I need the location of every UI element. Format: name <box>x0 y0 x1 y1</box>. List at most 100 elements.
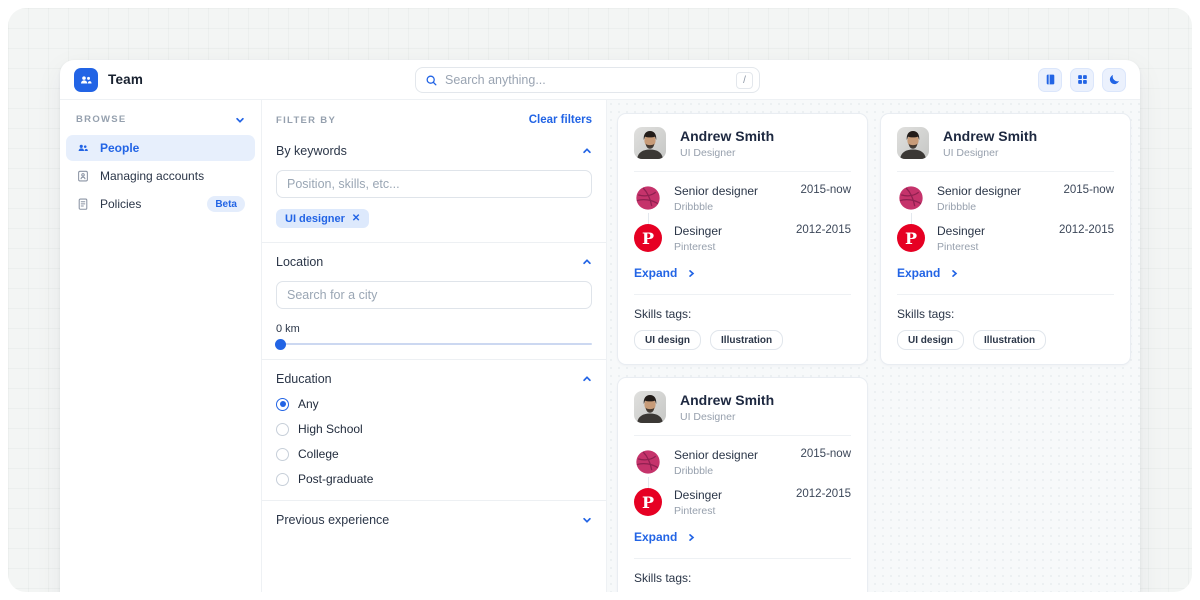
expand-button[interactable]: Expand <box>897 266 959 280</box>
search-input[interactable] <box>445 73 736 87</box>
keywords-input[interactable] <box>276 170 592 198</box>
skills-label: Skills tags: <box>634 571 851 585</box>
education-section-toggle[interactable]: Education <box>276 372 592 386</box>
slider-thumb[interactable] <box>275 339 286 350</box>
docs-button[interactable] <box>1038 68 1062 92</box>
skills-label: Skills tags: <box>897 307 1114 321</box>
education-option-post-graduate[interactable]: Post-graduate <box>276 472 592 486</box>
sidebar-item-people[interactable]: People <box>66 135 255 161</box>
previous-experience-toggle[interactable]: Previous experience <box>276 513 592 527</box>
person-role: UI Designer <box>680 411 774 423</box>
filter-section-previous-experience: Previous experience <box>262 500 606 541</box>
divider <box>634 294 851 295</box>
sidebar-item-managing-accounts[interactable]: Managing accounts <box>66 163 255 189</box>
expand-button[interactable]: Expand <box>634 266 696 280</box>
expand-button[interactable]: Expand <box>634 530 696 544</box>
chevron-up-icon <box>582 146 592 156</box>
sidebar-item-label: People <box>100 141 139 155</box>
previous-experience-label: Previous experience <box>276 513 389 527</box>
sidebar-item-policies[interactable]: Policies Beta <box>66 191 255 217</box>
filter-section-education: Education Any High School College <box>262 359 606 500</box>
pinterest-icon: P <box>897 224 925 252</box>
app-window: Team / <box>60 60 1140 592</box>
location-section-label: Location <box>276 255 323 269</box>
keywords-section-label: By keywords <box>276 144 347 158</box>
experience-title: Desinger <box>674 488 784 502</box>
chevron-up-icon <box>582 257 592 267</box>
experience-company: Pinterest <box>937 241 1047 253</box>
experience-period: 2012-2015 <box>796 488 851 500</box>
education-option-any[interactable]: Any <box>276 397 592 411</box>
search-icon <box>425 74 438 87</box>
divider <box>897 171 1114 172</box>
experience-timeline: Senior designer Dribbble 2015-now P Desi… <box>634 448 851 517</box>
sidebar-item-label: Managing accounts <box>100 169 204 183</box>
person-role: UI Designer <box>943 147 1037 159</box>
experience-row: Senior designer Dribbble 2015-now <box>634 184 851 213</box>
filter-section-keywords: By keywords UI designer ✕ <box>262 132 606 242</box>
global-search[interactable]: / <box>415 67 760 93</box>
skill-tag[interactable]: UI design <box>897 330 964 350</box>
dark-mode-toggle[interactable] <box>1102 68 1126 92</box>
app-logo <box>74 68 98 92</box>
desktop-background: Team / <box>8 8 1192 592</box>
sidebar-section-header[interactable]: BROWSE <box>66 112 255 135</box>
profile-card[interactable]: Andrew Smith UI Designer <box>617 113 868 365</box>
experience-company: Pinterest <box>674 241 784 253</box>
radio-label: College <box>298 447 339 461</box>
sidebar: BROWSE People <box>60 100 262 592</box>
radio-icon <box>276 473 289 486</box>
divider <box>634 435 851 436</box>
dribbble-icon <box>897 184 925 212</box>
person-name: Andrew Smith <box>680 128 774 144</box>
chevron-right-icon <box>687 533 696 542</box>
experience-company: Dribbble <box>674 201 788 213</box>
education-option-college[interactable]: College <box>276 447 592 461</box>
education-option-high-school[interactable]: High School <box>276 422 592 436</box>
experience-row: Senior designer Dribbble 2015-now <box>897 184 1114 213</box>
radio-icon <box>276 448 289 461</box>
apps-button[interactable] <box>1070 68 1094 92</box>
moon-icon <box>1108 73 1121 86</box>
expand-label: Expand <box>634 266 677 280</box>
radio-label: High School <box>298 422 363 436</box>
skill-tag[interactable]: Illustration <box>973 330 1046 350</box>
skills-label: Skills tags: <box>634 307 851 321</box>
grid-icon <box>1076 73 1089 86</box>
experience-row: P Desinger Pinterest 2012-2015 <box>634 488 851 517</box>
education-section-label: Education <box>276 372 332 386</box>
keywords-section-toggle[interactable]: By keywords <box>276 144 592 158</box>
team-people-icon <box>78 72 94 88</box>
distance-value: 0 km <box>276 323 592 335</box>
divider <box>634 558 851 559</box>
experience-company: Dribbble <box>937 201 1051 213</box>
person-name: Andrew Smith <box>943 128 1037 144</box>
close-icon[interactable]: ✕ <box>352 213 360 224</box>
radio-label: Post-graduate <box>298 472 373 486</box>
person-name: Andrew Smith <box>680 392 774 408</box>
city-search-input[interactable] <box>276 281 592 309</box>
distance-slider[interactable] <box>276 343 592 345</box>
experience-period: 2015-now <box>800 184 851 196</box>
chevron-down-icon <box>235 115 245 125</box>
pinterest-icon: P <box>634 224 662 252</box>
id-badge-icon <box>76 169 90 183</box>
experience-period: 2015-now <box>1063 184 1114 196</box>
profile-card[interactable]: Andrew Smith UI Designer <box>617 377 868 592</box>
avatar <box>897 127 929 159</box>
keyword-tag-ui-designer[interactable]: UI designer ✕ <box>276 209 369 228</box>
skill-tag[interactable]: UI design <box>634 330 701 350</box>
skill-tag[interactable]: Illustration <box>710 330 783 350</box>
people-icon <box>76 141 90 155</box>
results-grid: Andrew Smith UI Designer <box>607 100 1140 592</box>
experience-period: 2015-now <box>800 448 851 460</box>
location-section-toggle[interactable]: Location <box>276 255 592 269</box>
filter-section-location: Location 0 km <box>262 242 606 359</box>
experience-timeline: Senior designer Dribbble 2015-now P Desi… <box>634 184 851 253</box>
profile-card[interactable]: Andrew Smith UI Designer <box>880 113 1131 365</box>
clear-filters-button[interactable]: Clear filters <box>529 114 592 126</box>
divider <box>897 294 1114 295</box>
experience-period: 2012-2015 <box>796 224 851 236</box>
search-shortcut-key: / <box>736 72 753 89</box>
filter-panel-title: FILTER BY <box>276 115 336 126</box>
